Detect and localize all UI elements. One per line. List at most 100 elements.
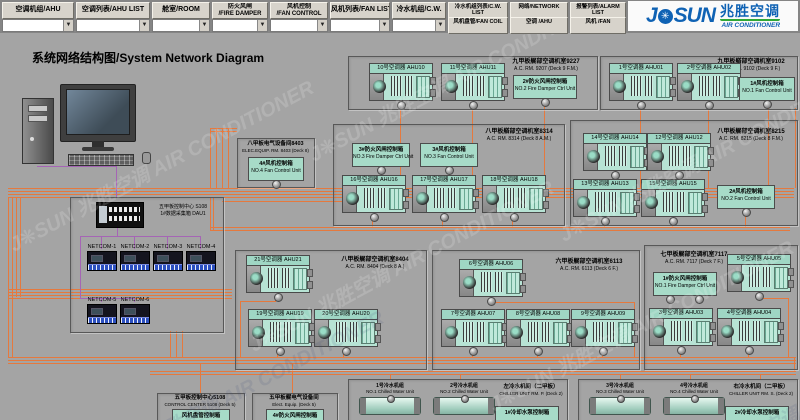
mouse (142, 152, 151, 164)
ahu-device[interactable]: 6号空调器 AHU06 (459, 259, 523, 297)
group-ac-room-8314: 八甲板艏部空调机室8314 A.C. RM. 8314 (Deck 8 A.M.… (333, 124, 565, 226)
ahu-device[interactable]: 16号空调器 AHU16 (342, 175, 406, 213)
coil-icon (696, 321, 710, 343)
fan-icon (653, 325, 666, 338)
chiller-unit[interactable]: 1号冷水机组NO.1 Chilled Water Unit (357, 383, 423, 415)
ahu-device[interactable]: 20号空调器 AHU20 (314, 309, 378, 347)
netcom-graphic (120, 251, 150, 271)
fan-view-button[interactable]: 风机 /FAN (570, 17, 626, 34)
netcom-module[interactable]: NETCOM-4 (186, 243, 216, 271)
control-box[interactable]: 1#风机控制箱NO.1 Fan Control Unit (739, 77, 795, 101)
coil-icon (293, 268, 307, 290)
fan-list-select[interactable]: ▼ (330, 19, 390, 32)
fan-coil-button[interactable]: 风机盘管/FAN COIL (448, 17, 508, 34)
control-box[interactable]: 2#风机控制箱NO.2 Fan Control Unit (717, 185, 775, 209)
room-select[interactable]: ▼ (152, 19, 210, 32)
control-box[interactable]: 1#冷却水泵控制箱 (495, 406, 559, 420)
netcom-module[interactable]: NETCOM-5 (87, 296, 117, 324)
ahu-device[interactable]: 13号空调器 AHU13 (573, 179, 637, 217)
ahu-list-select[interactable]: ▼ (76, 19, 150, 32)
ahu-device[interactable]: 4号空调器 AHU04 (717, 308, 781, 346)
status-dot (677, 346, 686, 355)
ahu-device[interactable]: 14号空调器 AHU14 (583, 133, 647, 171)
status-dot (705, 101, 714, 110)
ahu-device[interactable]: 8号空调器 AHU08 (506, 309, 570, 347)
monitor-base (82, 147, 114, 151)
control-box[interactable]: 4#风机控制箱NO.4 Fan Control Unit (248, 157, 304, 181)
ahu-device-label: 17号空调器 AHU17 (412, 175, 476, 185)
bus-wire (222, 201, 348, 202)
chilled-water-select[interactable]: ▼ (392, 19, 446, 32)
bus-wire (12, 197, 13, 357)
fan-list-button[interactable]: 风机列表/FAN LIST (330, 2, 390, 19)
control-box[interactable]: 3#风机控制箱NO.3 Fan Control Unit (420, 143, 478, 167)
ahu-device-label: 10号空调器 AHU10 (369, 63, 433, 73)
ahu-device[interactable]: 7号空调器 AHU07 (441, 309, 505, 347)
fan-icon (577, 196, 590, 209)
netcom-module[interactable]: NETCOM-1 (87, 243, 117, 271)
group-title-cn: 七甲板艉部空调机室7117 (649, 252, 739, 259)
netcom-module[interactable]: NETCOM-6 (120, 296, 150, 324)
control-box[interactable]: 1#防火风闸控制箱NO.1 Fire Damper Ctrl Unit (653, 272, 717, 296)
ahu-device[interactable]: 9号空调器 AHU09 (571, 309, 635, 347)
chiller-unit[interactable]: 4号冷水机组NO.4 Chilled Water Unit (661, 383, 727, 415)
fire-damper-button[interactable]: 防火风闸/FIRE DAMPER (212, 2, 268, 19)
ahu-unit-select[interactable]: ▼ (2, 19, 74, 32)
ahu-device[interactable]: 2号空调器 AHU02 (677, 63, 741, 101)
control-box[interactable]: 2#冷却水泵控制箱 (725, 406, 789, 420)
ahu-device-label: 19号空调器 AHU19 (248, 309, 312, 319)
ahu-device[interactable]: 11号空调器 AHU11 (441, 63, 505, 101)
ahu-device[interactable]: 5号空调器 AHU05 (727, 254, 791, 292)
chiller-unit[interactable]: 3号冷水机组NO.3 Chilled Water Unit (587, 383, 653, 415)
ahu-device[interactable]: 17号空调器 AHU17 (412, 175, 476, 213)
ahu-view-button[interactable]: 空调 /AHU (510, 17, 568, 34)
chevron-down-icon: ▼ (139, 20, 149, 31)
ahu-device[interactable]: 18号空调器 AHU18 (482, 175, 546, 213)
fan-control-select[interactable]: ▼ (270, 19, 328, 32)
coil-icon (774, 267, 788, 289)
chiller-graphic (663, 397, 725, 415)
ahu-device-label: 5号空调器 AHU05 (727, 254, 791, 264)
ahu-device[interactable]: 10号空调器 AHU10 (369, 63, 433, 101)
control-box[interactable]: 风机盘管控制箱 (172, 409, 230, 420)
fan-icon (721, 325, 734, 338)
ahu-device[interactable]: 21号空调器 AHU21 (246, 255, 310, 293)
bus-wire (170, 331, 171, 357)
status-dot (469, 101, 478, 110)
chiller-unit[interactable]: 2号冷水机组NO.2 Chilled Water Unit (431, 383, 497, 415)
coil-icon (620, 192, 634, 214)
fire-damper-select[interactable]: ▼ (212, 19, 268, 32)
ahu-device[interactable]: 3号空调器 AHU03 (649, 308, 713, 346)
ahu-graphic (641, 189, 705, 217)
control-box[interactable]: 4#防火风闸控制箱 (266, 409, 324, 420)
netcom-module[interactable]: NETCOM-2 (120, 243, 150, 271)
coil-icon (389, 188, 403, 210)
ahu-graphic (571, 319, 635, 347)
toolbar: 空调机组/AHU 空调列表/AHU LIST 舱室/ROOM 防火风闸/FIRE… (0, 0, 800, 33)
control-box-label-cn: 1#防火风闸控制箱 (654, 276, 716, 283)
coil-icon (361, 322, 375, 344)
ahu-unit-button[interactable]: 空调机组/AHU (2, 2, 74, 19)
room-button[interactable]: 舱室/ROOM (152, 2, 210, 19)
status-dot (745, 346, 754, 355)
ahu-device[interactable]: 15号空调器 AHU15 (641, 179, 705, 217)
control-box[interactable]: 2#防火风闸控制箱NO.2 Fire Damper Ctrl Unit (513, 75, 577, 99)
control-box[interactable]: 3#防火风闸控制箱NO.3 Fire Damper Ctrl Unit (352, 143, 410, 167)
ahu-device[interactable]: 1号空调器 AHU01 (609, 63, 673, 101)
control-box-label-cn: 1#冷却水泵控制箱 (496, 410, 558, 417)
ahu-device[interactable]: 19号空调器 AHU19 (248, 309, 312, 347)
chilled-water-button[interactable]: 冷水机组/C.W. (392, 2, 446, 19)
fan-control-button[interactable]: 风机控制/FAN CONTROL (270, 2, 328, 19)
network-switch[interactable] (96, 202, 144, 228)
group-title-cn: 五甲板艉电气设备间 (254, 395, 334, 402)
ahu-device-label: 18号空调器 AHU18 (482, 175, 546, 185)
group-elec-equip-deck5: 五甲板艉电气设备间 Elect. Equip. (Deck 5) 4#防火风闸控… (252, 393, 338, 420)
ahu-list-button[interactable]: 空调列表/AHU LIST (76, 2, 150, 19)
netcom-module[interactable]: NETCOM-3 (153, 243, 183, 271)
group-chiller-room-port: 1号冷水机组NO.1 Chilled Water Unit 2号冷水机组NO.2… (348, 379, 568, 420)
chevron-down-icon: ▼ (63, 20, 73, 31)
coil-icon (488, 322, 502, 344)
ahu-device[interactable]: 12号空调器 AHU12 (647, 133, 711, 171)
logo-cn: 兆胜空调 (720, 4, 780, 18)
group-title-en: A.C. RM. 6113 (Deck 6 F.) (543, 266, 635, 272)
